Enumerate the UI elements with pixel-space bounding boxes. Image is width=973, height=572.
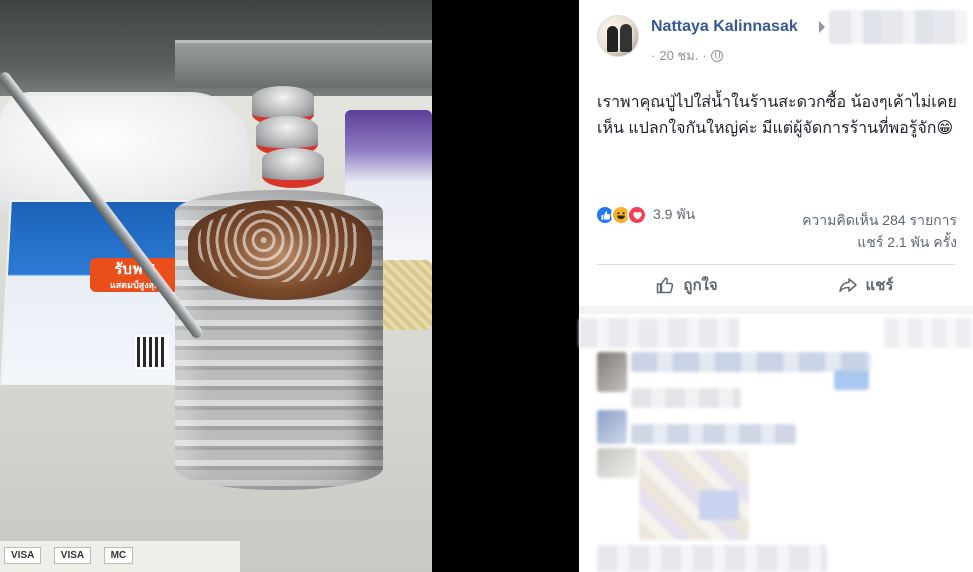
share-arrow-icon: [838, 278, 857, 293]
thumbs-up-icon: [657, 277, 674, 294]
blurred-recipient: [829, 10, 967, 44]
photo-iced-drink: [188, 200, 372, 300]
globe-icon[interactable]: [710, 49, 723, 62]
reactions-count: 3.9 พัน: [653, 206, 696, 222]
blurred-comment: [631, 424, 796, 444]
section-separator: [579, 306, 973, 314]
blurred-comment: [631, 388, 741, 408]
caret-right-icon: [819, 21, 825, 33]
blurred-comment: [631, 352, 871, 372]
author-name-link[interactable]: Nattaya Kalinnasak: [651, 18, 798, 36]
reactions-summary[interactable]: 3.9 พัน: [595, 204, 695, 226]
share-button[interactable]: แชร์: [776, 266, 955, 304]
blurred-comment: [579, 318, 739, 348]
blurred-avatar: [597, 410, 627, 444]
love-icon: [627, 205, 647, 225]
blurred-avatar: [597, 448, 637, 478]
shares-count-link[interactable]: แชร์ 2.1 พัน ครั้ง: [857, 232, 957, 254]
photo-cans: [252, 86, 347, 196]
author-avatar[interactable]: [597, 15, 639, 57]
photo-can: [262, 148, 324, 188]
photo-card-logos: VISA VISA MC: [0, 540, 240, 572]
post-panel: Nattaya Kalinnasak · 20 ชม. · เราพาคุณปู…: [579, 0, 973, 572]
post-actions: ถูกใจ แชร์: [597, 266, 955, 304]
comments-count-link[interactable]: ความคิดเห็น 284 รายการ: [802, 210, 957, 232]
card-logo: VISA: [4, 547, 42, 564]
blurred-comment: [597, 545, 827, 572]
meta-dot: ·: [651, 48, 656, 63]
like-button[interactable]: ถูกใจ: [597, 266, 776, 304]
card-logo: VISA: [53, 547, 92, 564]
photo-shelf-edge: [175, 40, 432, 88]
share-button-label: แชร์: [865, 277, 894, 294]
like-button-label: ถูกใจ: [683, 277, 718, 294]
blurred-avatar: [597, 352, 627, 392]
blurred-comment: [884, 318, 973, 348]
blurred-comment: [834, 370, 869, 390]
post-timestamp[interactable]: 20 ชม.: [659, 45, 698, 66]
post-meta: · 20 ชม. ·: [651, 45, 723, 66]
divider: [597, 264, 955, 265]
photo-qr-code: [135, 335, 169, 369]
avatar-figure: [620, 24, 632, 52]
avatar-figure: [607, 26, 618, 52]
meta-dot: ·: [702, 48, 707, 63]
blurred-image: [699, 490, 739, 520]
card-logo: MC: [103, 547, 134, 564]
post-text: เราพาคุณปู่ไปใส่น้ำในร้านสะดวกซื้อ น้องๆ…: [597, 94, 957, 137]
photo-letterbox: [432, 0, 579, 572]
post-photo[interactable]: รับฟรี! แสตมป์สูงสุด VISA VISA MC: [0, 0, 432, 572]
